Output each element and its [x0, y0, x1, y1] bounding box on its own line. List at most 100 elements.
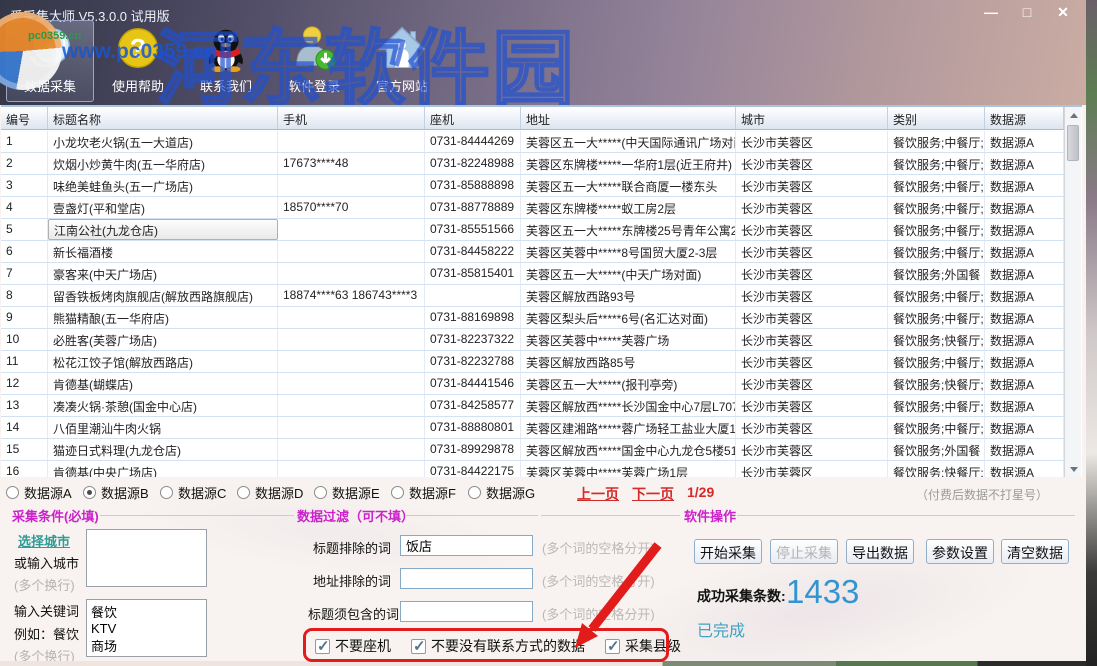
or-input-city-label: 或输入城市 — [14, 553, 79, 572]
header: 爱采集大师 V5.3.0.0 试用版 —□✕ 数据采集?使用帮助联系我们软件登录… — [0, 0, 1086, 105]
next-page-link[interactable]: 下一页 — [632, 484, 674, 504]
cell-category: 餐饮服务;快餐厅; — [888, 461, 985, 477]
scroll-up-icon[interactable] — [1065, 107, 1082, 123]
cell-address: 芙蓉区东牌楼*****蚁工房2层 — [521, 197, 736, 218]
cell-id: 6 — [1, 241, 48, 262]
title-exclude-label: 标题排除的词 — [313, 538, 391, 557]
table-row[interactable]: 12肯德基(蝴蝶店)0731-84441546芙蓉区五一大*****(报刊亭旁)… — [1, 373, 1064, 395]
radio-data-source-G[interactable]: 数据源G — [468, 483, 545, 502]
checkbox-no-landline[interactable]: 不要座机 — [315, 636, 391, 656]
cell-address: 芙蓉区东牌楼*****一华府1层(近王府井) — [521, 153, 736, 174]
checkbox-label: 采集县级 — [625, 636, 681, 656]
cell-source: 数据源A — [985, 329, 1064, 350]
table-row[interactable]: 1小龙坎老火锅(五一大道店)0731-84444269芙蓉区五一大*****(中… — [1, 131, 1064, 153]
table-row[interactable]: 8留香铁板烤肉旗舰店(解放西路旗舰店)18874****63 186743***… — [1, 285, 1064, 307]
checkbox-no-contactless[interactable]: 不要没有联系方式的数据 — [411, 636, 585, 656]
column-header-phone[interactable]: 座机 — [425, 107, 521, 129]
column-header-mobile[interactable]: 手机 — [278, 107, 425, 129]
cell-id: 8 — [1, 285, 48, 306]
cell-category: 餐饮服务;中餐厅; — [888, 175, 985, 196]
export-data-button[interactable]: 导出数据 — [846, 539, 914, 564]
column-header-title[interactable]: 标题名称 — [48, 107, 278, 129]
toolbar-item-collect[interactable]: 数据采集 — [6, 20, 94, 102]
cell-address: 芙蓉区解放西路85号 — [521, 351, 736, 372]
radio-data-source-C[interactable]: 数据源C — [160, 483, 237, 502]
table-row[interactable]: 11松花江饺子馆(解放西路店)0731-82232788芙蓉区解放西路85号长沙… — [1, 351, 1064, 373]
toolbar-item-contact[interactable]: 联系我们 — [182, 20, 270, 102]
table-row[interactable]: 5江南公社(九龙仓店)0731-85551566芙蓉区五一大*****东牌楼25… — [1, 219, 1064, 241]
table-row[interactable]: 9熊猫精酿(五一华府店)0731-88169898芙蓉区梨头后*****6号(名… — [1, 307, 1064, 329]
cell-phone — [425, 285, 521, 306]
radio-data-source-A[interactable]: 数据源A — [6, 483, 83, 502]
scrollbar-thumb[interactable] — [1067, 125, 1079, 161]
cell-source: 数据源A — [985, 417, 1064, 438]
cell-id: 16 — [1, 461, 48, 477]
table-row[interactable]: 15猫迹日式料理(九龙仓店)0731-89929878芙蓉区解放西*****国金… — [1, 439, 1064, 461]
toolbar-item-help[interactable]: ?使用帮助 — [94, 20, 182, 102]
column-header-category[interactable]: 类别 — [888, 107, 985, 129]
title-include-input[interactable] — [400, 601, 533, 622]
address-exclude-input[interactable] — [400, 568, 533, 589]
checkbox-county-level[interactable]: 采集县级 — [605, 636, 681, 656]
cell-category: 餐饮服务;中餐厅; — [888, 417, 985, 438]
table-row[interactable]: 13凑凑火锅·茶憩(国金中心店)0731-84258577芙蓉区解放西*****… — [1, 395, 1064, 417]
cell-id: 10 — [1, 329, 48, 350]
table-row[interactable]: 14八佰里潮汕牛肉火锅0731-88880801芙蓉区建湘路*****蓉广场轻工… — [1, 417, 1064, 439]
cell-city: 长沙市芙蓉区 — [736, 285, 888, 306]
table-row[interactable]: 16肯德基(中央广场店)0731-84422175芙蓉区芙蓉中*****芙蓉广场… — [1, 461, 1064, 477]
cell-city: 长沙市芙蓉区 — [736, 417, 888, 438]
settings-button[interactable]: 参数设置 — [926, 539, 994, 564]
column-header-city[interactable]: 城市 — [736, 107, 888, 129]
table-row[interactable]: 7豪客来(中天广场店)0731-85815401芙蓉区五一大*****(中天广场… — [1, 263, 1064, 285]
minimize-button[interactable]: — — [978, 3, 1004, 21]
clear-data-button[interactable]: 清空数据 — [1001, 539, 1069, 564]
cell-phone: 0731-85815401 — [425, 263, 521, 284]
cell-phone: 0731-89929878 — [425, 439, 521, 460]
status-text: 已完成 — [697, 617, 745, 641]
cell-title: 新长福酒楼 — [48, 241, 278, 262]
scroll-down-icon[interactable] — [1065, 461, 1082, 477]
maximize-button[interactable]: □ — [1014, 3, 1040, 21]
cell-city: 长沙市芙蓉区 — [736, 373, 888, 394]
column-header-source[interactable]: 数据源 — [985, 107, 1064, 129]
cell-address: 芙蓉区五一大*****(中天国际通讯广场对面) — [521, 131, 736, 152]
radio-data-source-D[interactable]: 数据源D — [237, 483, 314, 502]
cell-category: 餐饮服务;中餐厅; — [888, 307, 985, 328]
cell-id: 4 — [1, 197, 48, 218]
title-exclude-input[interactable] — [400, 535, 533, 556]
cell-category: 餐饮服务;中餐厅; — [888, 395, 985, 416]
keywords-input[interactable]: 餐饮 KTV 商场 — [86, 599, 207, 657]
cell-id: 9 — [1, 307, 48, 328]
cell-phone: 0731-85888898 — [425, 175, 521, 196]
title-include-label: 标题须包含的词 — [308, 604, 399, 623]
radio-data-source-F[interactable]: 数据源F — [391, 483, 468, 502]
cell-title: 留香铁板烤肉旗舰店(解放西路旗舰店) — [48, 285, 278, 306]
minimize-icon: — — [984, 4, 998, 20]
toolbar-item-website[interactable]: 官方网站 — [358, 20, 446, 102]
radio-data-source-E[interactable]: 数据源E — [314, 483, 391, 502]
table-row[interactable]: 2炊烟小炒黄牛肉(五一华府店)17673****480731-82248988芙… — [1, 153, 1064, 175]
table-body: 1小龙坎老火锅(五一大道店)0731-84444269芙蓉区五一大*****(中… — [1, 131, 1064, 477]
radio-icon — [391, 486, 404, 499]
city-input[interactable] — [86, 529, 207, 587]
start-collect-button[interactable]: 开始采集 — [694, 539, 762, 564]
radio-icon — [6, 486, 19, 499]
table-row[interactable]: 3味绝美蛙鱼头(五一广场店)0731-85888898芙蓉区五一大*****联合… — [1, 175, 1064, 197]
cell-category: 餐饮服务;外国餐 — [888, 263, 985, 284]
home-icon — [377, 23, 427, 73]
cell-city: 长沙市芙蓉区 — [736, 219, 888, 240]
cell-source: 数据源A — [985, 219, 1064, 240]
table-row[interactable]: 6新长福酒楼0731-84458222芙蓉区芙蓉中*****8号国贸大厦2-3层… — [1, 241, 1064, 263]
stop-collect-button: 停止采集 — [770, 539, 838, 564]
column-header-address[interactable]: 地址 — [521, 107, 736, 129]
cell-category: 餐饮服务;中餐厅; — [888, 131, 985, 152]
prev-page-link[interactable]: 上一页 — [577, 484, 619, 504]
table-row[interactable]: 10必胜客(芙蓉广场店)0731-82237322芙蓉区芙蓉中*****芙蓉广场… — [1, 329, 1064, 351]
pay-note: （付费后数据不打星号） — [916, 486, 1048, 503]
radio-data-source-B[interactable]: 数据源B — [83, 483, 160, 502]
select-city-link[interactable]: 选择城市 — [18, 531, 70, 550]
toolbar-item-login[interactable]: 软件登录 — [270, 20, 358, 102]
column-header-id[interactable]: 编号 — [1, 107, 48, 129]
table-row[interactable]: 4壹盏灯(平和堂店)18570****700731-88778889芙蓉区东牌楼… — [1, 197, 1064, 219]
close-button[interactable]: ✕ — [1050, 3, 1076, 21]
